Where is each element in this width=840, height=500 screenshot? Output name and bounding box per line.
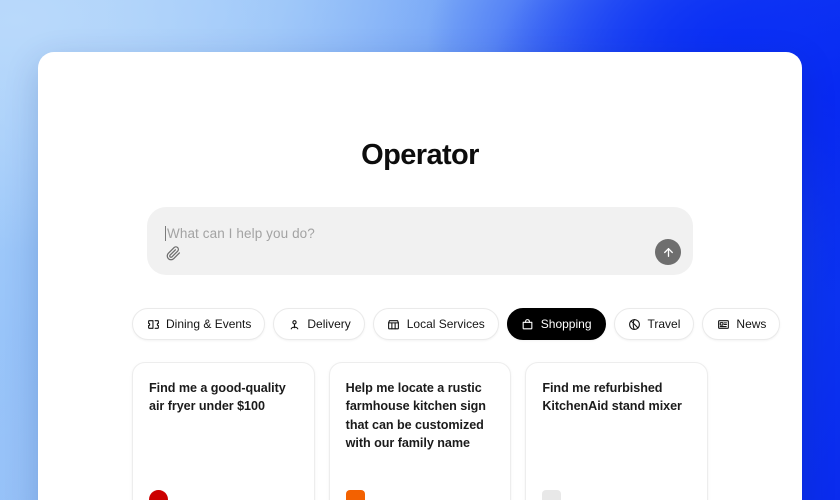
globe-icon xyxy=(628,317,642,331)
chip-label: Shopping xyxy=(540,317,592,331)
chip-dining-events[interactable]: Dining & Events xyxy=(132,308,266,340)
page-title: Operator xyxy=(361,139,479,171)
ticket-icon xyxy=(146,317,160,331)
chip-label: Local Services xyxy=(406,317,485,331)
category-chip-row: Dining & Events Delivery Local Services … xyxy=(132,308,781,340)
chip-label: Delivery xyxy=(307,317,351,331)
shopping-bag-icon xyxy=(521,317,535,331)
suggestion-text: Help me locate a rustic farmhouse kitche… xyxy=(345,381,486,450)
location-pin-icon xyxy=(287,317,301,331)
chip-local-services[interactable]: Local Services xyxy=(372,308,499,340)
chip-news[interactable]: News xyxy=(702,308,781,340)
suggestion-card[interactable]: Find me refurbished KitchenAid stand mix… xyxy=(525,362,709,500)
text-caret xyxy=(165,226,166,241)
chip-travel[interactable]: Travel xyxy=(613,308,695,340)
suggestion-card-row: Find me a good-quality air fryer under $… xyxy=(132,362,709,500)
chip-label: Dining & Events xyxy=(166,317,252,331)
app-window: Operator What can I help you do? Dining … xyxy=(38,52,802,500)
prompt-input[interactable]: What can I help you do? xyxy=(165,226,633,241)
suggestion-card[interactable]: Help me locate a rustic farmhouse kitche… xyxy=(328,362,512,500)
generic-logo xyxy=(542,490,562,500)
newspaper-icon xyxy=(716,317,730,331)
chip-label: Travel xyxy=(647,317,681,331)
suggestion-card[interactable]: Find me a good-quality air fryer under $… xyxy=(132,362,315,500)
chip-shopping[interactable]: Shopping xyxy=(506,308,606,340)
prompt-placeholder: What can I help you do? xyxy=(167,226,315,241)
chip-delivery[interactable]: Delivery xyxy=(273,308,365,340)
paperclip-icon[interactable] xyxy=(162,242,184,264)
suggestion-text: Find me a good-quality air fryer under $… xyxy=(149,381,286,414)
chip-label: News xyxy=(736,317,767,331)
target-logo xyxy=(149,490,168,500)
storefront-icon xyxy=(387,317,401,331)
etsy-logo xyxy=(345,490,365,500)
composer[interactable]: What can I help you do? xyxy=(147,207,693,275)
send-button[interactable] xyxy=(655,239,681,265)
suggestion-text: Find me refurbished KitchenAid stand mix… xyxy=(542,381,682,414)
